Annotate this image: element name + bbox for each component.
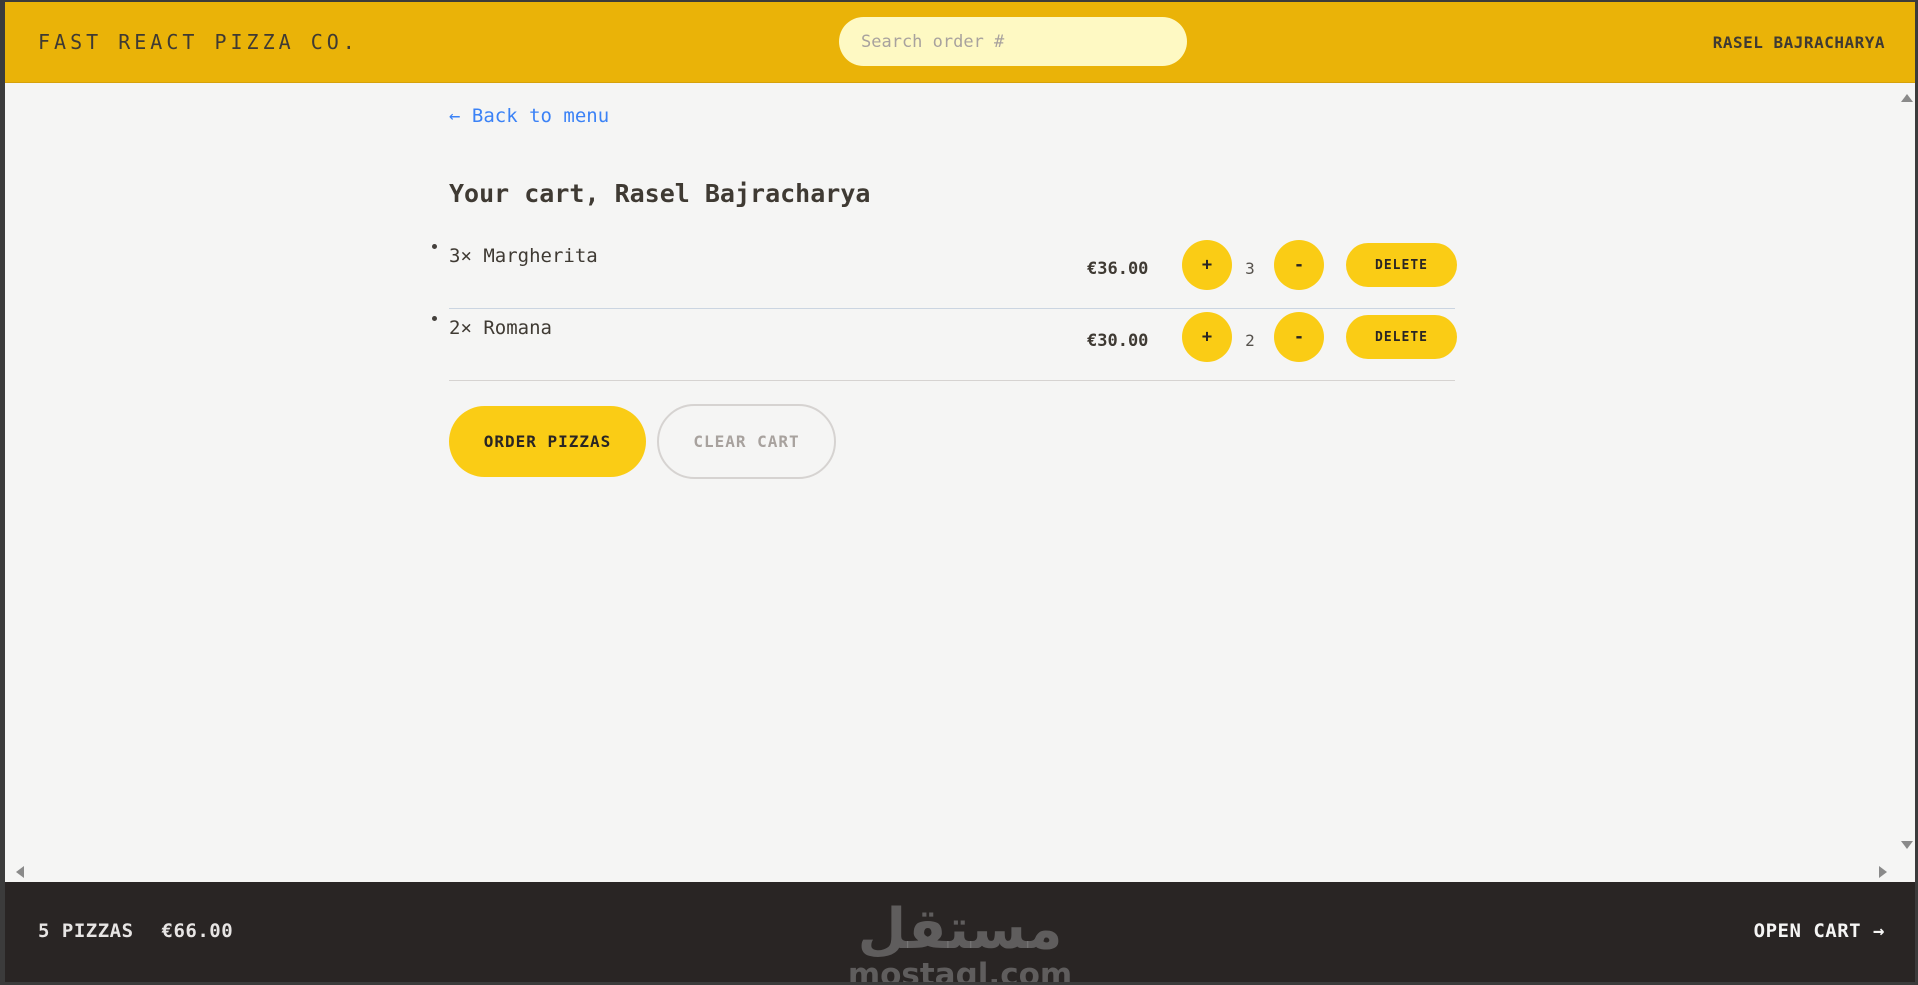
pizza-count: 5 PIZZAS [38,920,134,942]
increase-quantity-button[interactable]: + [1182,240,1232,290]
scroll-right-arrow-icon[interactable] [1879,866,1887,878]
item-quantity: 2 [1245,331,1255,350]
watermark-text: mostaql.com [847,957,1073,982]
order-pizzas-button[interactable]: ORDER PIZZAS [449,406,646,477]
delete-item-button[interactable]: DELETE [1346,243,1457,287]
open-cart-link[interactable]: OPEN CART → [1754,920,1885,942]
watermark: مستقل mostaql.com [840,897,1080,983]
item-price: €30.00 [1087,331,1149,351]
app-window: FAST REACT PIZZA CO. RASEL BAJRACHARYA ←… [5,2,1915,982]
cart-overview-footer: 5 PIZZAS €66.00 مستقل mostaql.com OPEN CA… [5,882,1915,982]
search-input[interactable] [839,17,1187,66]
cart-list: 3× Margherita €36.00 + 3 - DELETE 2× Rom… [449,237,1457,381]
delete-item-button[interactable]: DELETE [1346,315,1457,359]
decrease-quantity-button[interactable]: - [1274,240,1324,290]
logo[interactable]: FAST REACT PIZZA CO. [38,30,359,54]
scroll-down-arrow-icon[interactable] [1901,841,1913,849]
header: FAST REACT PIZZA CO. RASEL BAJRACHARYA [5,2,1915,83]
horizontal-scrollbar[interactable] [5,863,1915,880]
cart-item: 3× Margherita €36.00 + 3 - DELETE [449,237,1457,309]
scroll-left-arrow-icon[interactable] [16,866,24,878]
clear-cart-button[interactable]: CLEAR CART [657,404,836,479]
item-price: €36.00 [1087,259,1149,279]
item-name: 2× Romana [449,317,552,339]
back-to-menu-link[interactable]: ← Back to menu [449,105,609,127]
vertical-scrollbar[interactable] [1898,83,1915,863]
page-title: Your cart, Rasel Bajracharya [449,179,871,208]
cart-total: €66.00 [161,920,234,942]
cart-summary: 5 PIZZAS €66.00 [38,920,233,942]
increase-quantity-button[interactable]: + [1182,312,1232,362]
username: RASEL BAJRACHARYA [1712,33,1885,52]
item-quantity: 3 [1245,259,1255,278]
decrease-quantity-button[interactable]: - [1274,312,1324,362]
scroll-up-arrow-icon[interactable] [1901,94,1913,102]
item-name: 3× Margherita [449,245,598,267]
cart-item: 2× Romana €30.00 + 2 - DELETE [449,309,1457,381]
watermark-arabic-text: مستقل [857,897,1063,962]
